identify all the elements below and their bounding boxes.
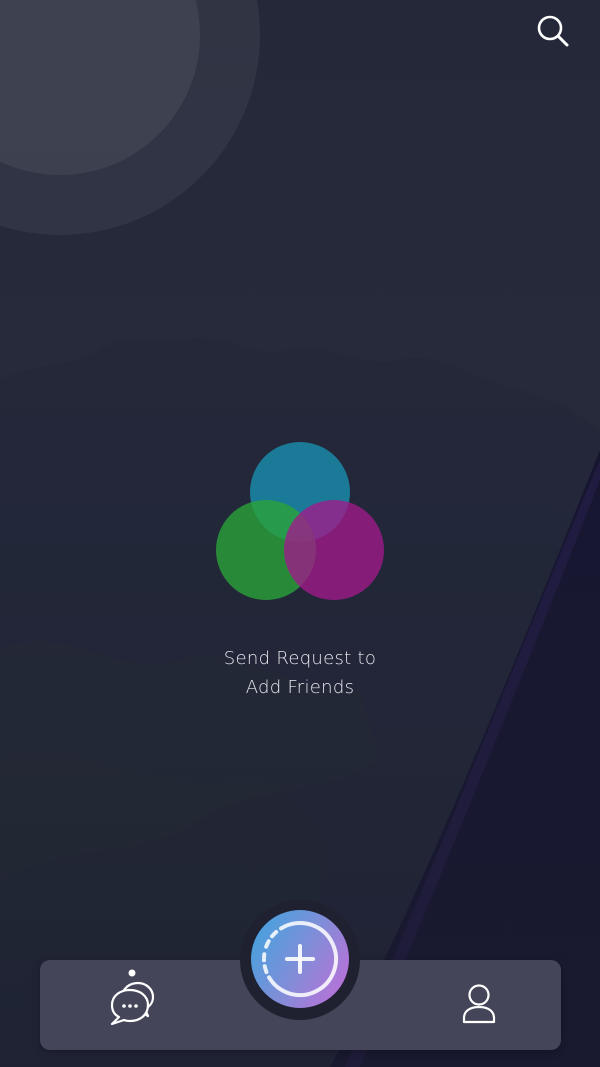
- empty-state: Send Request to Add Friends: [0, 440, 600, 702]
- empty-state-message: Send Request to Add Friends: [0, 644, 600, 702]
- user-icon: [462, 984, 496, 1024]
- add-button[interactable]: [251, 910, 349, 1008]
- search-icon: [537, 15, 569, 47]
- search-button[interactable]: [534, 12, 572, 50]
- friends-screen: Send Request to Add Friends: [0, 0, 600, 1067]
- chat-bubbles-icon: [110, 969, 155, 1026]
- overlapping-circles-icon: [216, 442, 384, 600]
- profile-tab[interactable]: [448, 978, 508, 1034]
- empty-state-message-line1: Send Request to: [223, 648, 377, 669]
- empty-state-message-line2: Add Friends: [245, 677, 355, 698]
- plus-icon: [261, 921, 338, 997]
- chats-tab[interactable]: [100, 966, 160, 1036]
- active-indicator-dot: [128, 969, 136, 977]
